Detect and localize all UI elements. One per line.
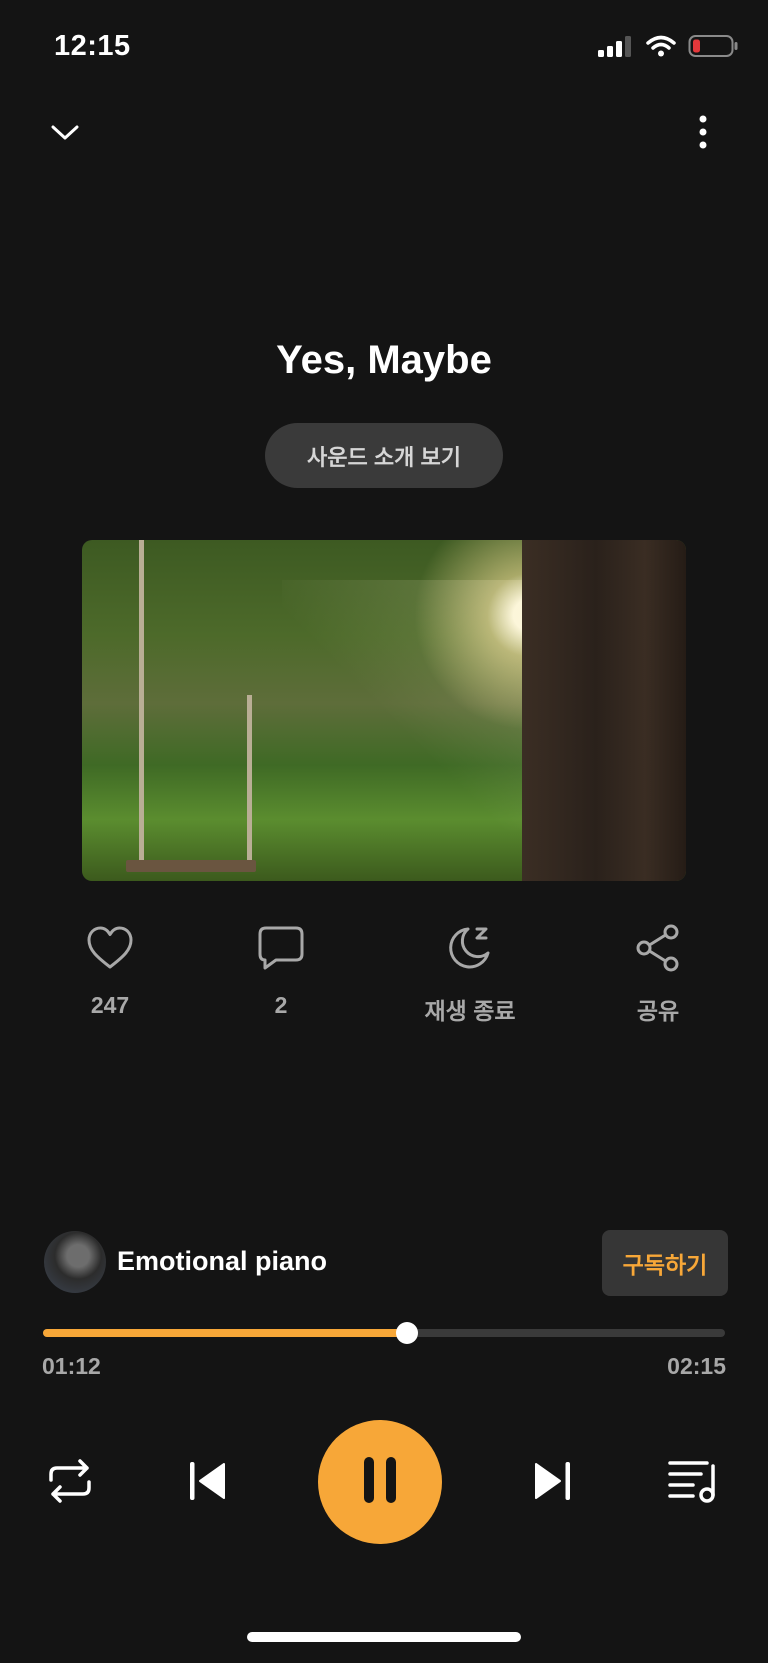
sleep-timer-label: 재생 종료 xyxy=(424,998,516,1024)
like-button[interactable]: 247 xyxy=(40,918,180,1019)
artist-avatar[interactable] xyxy=(44,1231,106,1293)
sleep-timer-button[interactable]: 재생 종료 xyxy=(400,918,540,1026)
wifi-icon xyxy=(646,35,676,62)
battery-low-icon xyxy=(688,34,738,63)
sleep-timer-icon xyxy=(440,918,500,978)
more-vertical-icon xyxy=(698,115,708,154)
playlist-icon xyxy=(667,1458,721,1509)
share-label: 공유 xyxy=(636,998,680,1024)
comment-count: 2 xyxy=(274,992,288,1018)
playback-scrubber-handle[interactable] xyxy=(395,1322,418,1344)
pause-icon xyxy=(360,1455,400,1510)
comment-icon xyxy=(251,918,311,978)
playback-progress-bar[interactable] xyxy=(43,1322,725,1344)
repeat-button[interactable] xyxy=(40,1453,100,1513)
more-options-button[interactable] xyxy=(675,106,731,162)
current-time: 01:12 xyxy=(42,1353,101,1379)
artist-row: Emotional piano 구독하기 xyxy=(0,1229,768,1299)
track-actions: 247 2 재생 종료 공유 xyxy=(0,918,768,1038)
artist-name[interactable]: Emotional piano xyxy=(117,1246,327,1277)
share-button[interactable]: 공유 xyxy=(588,918,728,1026)
sound-intro-button[interactable]: 사운드 소개 보기 xyxy=(265,423,503,488)
home-indicator xyxy=(247,1632,521,1642)
skip-previous-icon xyxy=(186,1459,230,1508)
heart-icon xyxy=(80,918,140,978)
previous-button[interactable] xyxy=(178,1453,238,1513)
skip-next-icon xyxy=(530,1459,574,1508)
like-count: 247 xyxy=(90,992,130,1018)
comment-button[interactable]: 2 xyxy=(211,918,351,1019)
subscribe-button[interactable]: 구독하기 xyxy=(602,1230,728,1296)
next-button[interactable] xyxy=(522,1453,582,1513)
status-bar: 12:15 xyxy=(0,0,768,94)
artwork-swing-rope-right xyxy=(247,695,252,870)
artwork-tree-trunk xyxy=(522,540,686,881)
total-time: 02:15 xyxy=(667,1353,726,1379)
artwork-swing-seat xyxy=(126,860,256,872)
track-artwork xyxy=(82,540,686,881)
chevron-down-icon xyxy=(50,122,80,147)
playlist-button[interactable] xyxy=(664,1453,724,1513)
collapse-button[interactable] xyxy=(37,106,93,162)
artwork-swing-rope-left xyxy=(139,540,144,870)
cellular-signal-icon xyxy=(598,35,634,62)
status-time: 12:15 xyxy=(54,30,131,62)
share-icon xyxy=(628,918,688,978)
playback-progress-fill xyxy=(43,1329,407,1337)
status-icons xyxy=(598,34,738,63)
playback-controls xyxy=(0,1420,768,1546)
repeat-icon xyxy=(45,1458,95,1509)
play-pause-button[interactable] xyxy=(318,1420,442,1544)
track-title: Yes, Maybe xyxy=(276,338,492,382)
